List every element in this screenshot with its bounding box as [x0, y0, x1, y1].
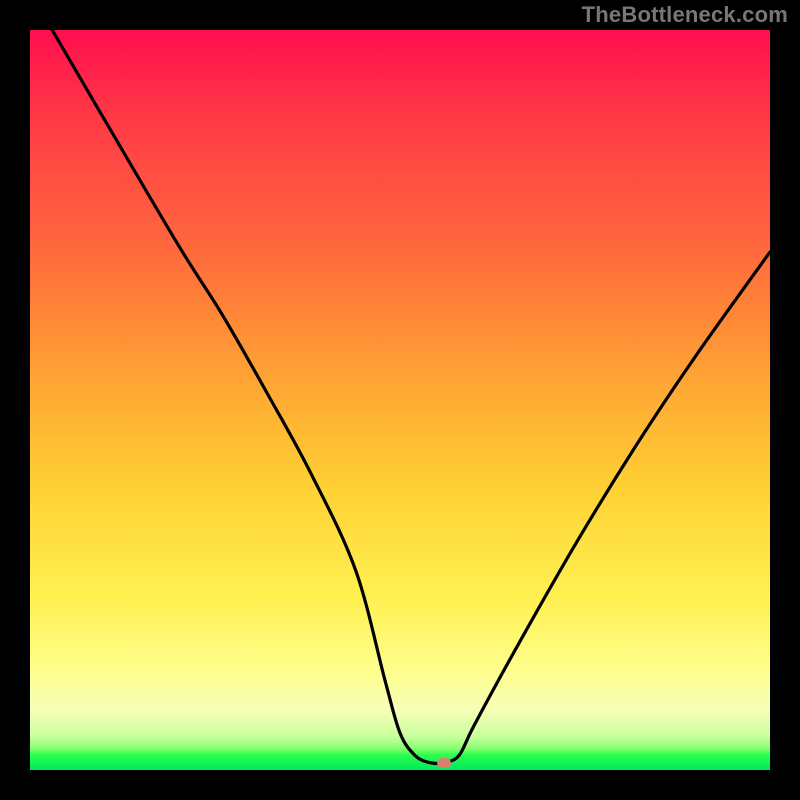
optimal-point-marker — [437, 758, 451, 768]
watermark-text: TheBottleneck.com — [582, 2, 788, 28]
plot-area — [30, 30, 770, 770]
chart-frame: TheBottleneck.com — [0, 0, 800, 800]
bottleneck-curve — [30, 30, 770, 770]
curve-path — [52, 30, 770, 764]
